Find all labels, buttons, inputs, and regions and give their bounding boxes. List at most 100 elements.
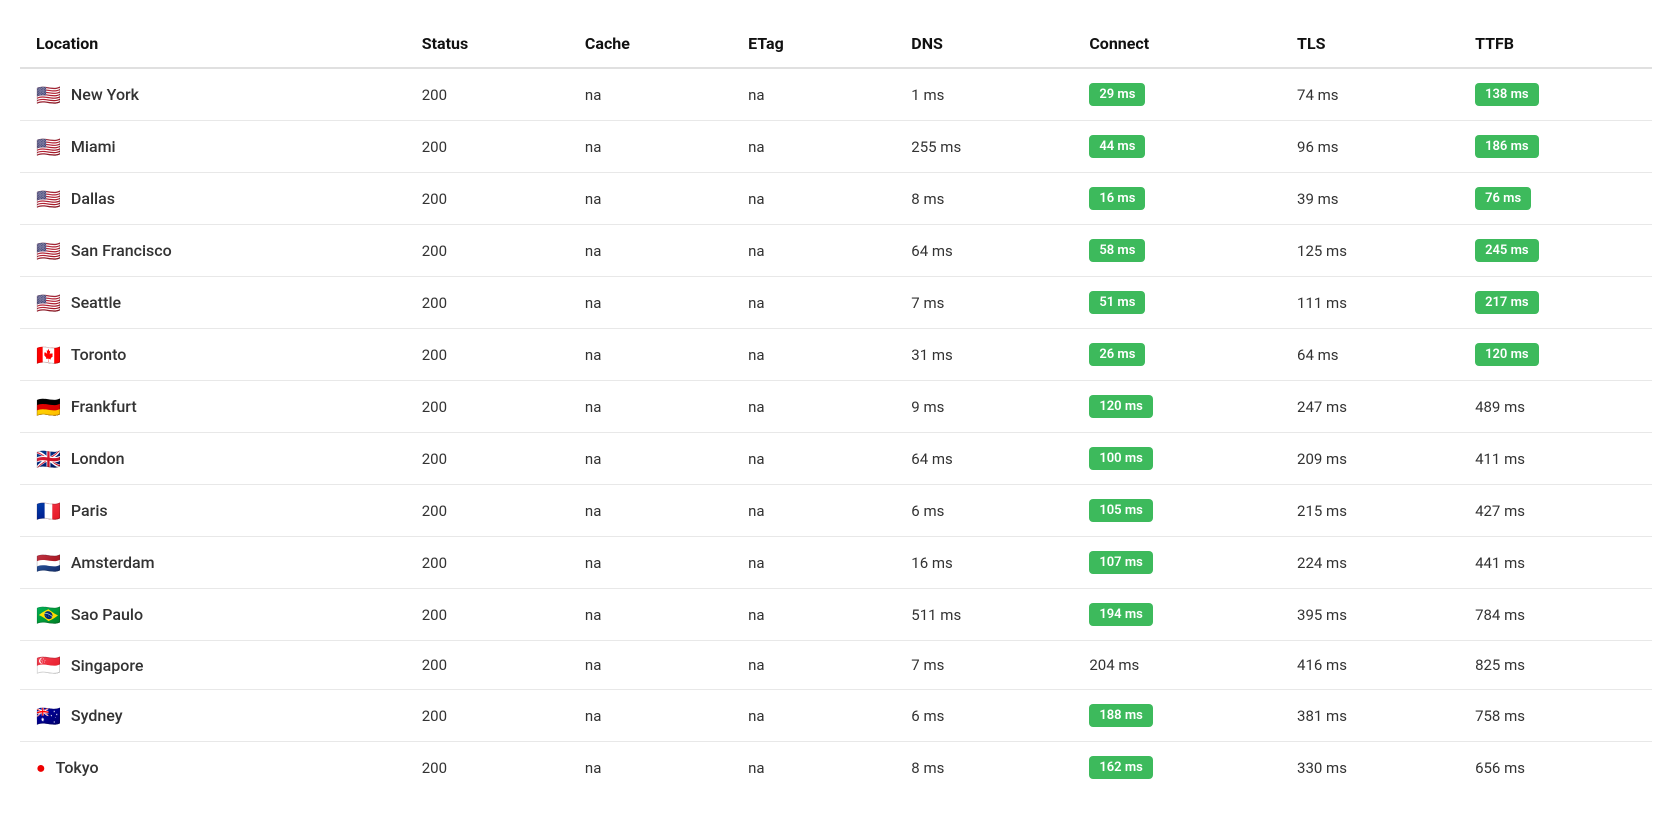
cell-ttfb: 656 ms [1459,742,1652,794]
cell-status: 200 [406,173,569,225]
location-name: San Francisco [71,241,172,260]
flag-icon: 🇨🇦 [36,345,61,365]
cell-ttfb: 120 ms [1459,329,1652,381]
cell-location: 🇺🇸San Francisco [20,225,406,277]
cell-connect: 29 ms [1073,68,1281,121]
cell-location: 🇸🇬Singapore [20,641,406,690]
cell-location: 🇺🇸Dallas [20,173,406,225]
cell-status: 200 [406,537,569,589]
flag-icon: 🇧🇷 [36,605,61,625]
table-row: ●Tokyo200nana8 ms162 ms330 ms656 ms [20,742,1652,794]
cell-tls: 224 ms [1281,537,1459,589]
location-name: Amsterdam [71,553,155,572]
flag-icon: 🇺🇸 [36,85,61,105]
cell-cache: na [569,433,732,485]
cell-etag: na [732,68,895,121]
cell-connect: 188 ms [1073,690,1281,742]
cell-etag: na [732,690,895,742]
cell-ttfb: 245 ms [1459,225,1652,277]
cell-tls: 74 ms [1281,68,1459,121]
cell-tls: 111 ms [1281,277,1459,329]
cell-cache: na [569,381,732,433]
cell-tls: 125 ms [1281,225,1459,277]
col-header-status: Status [406,20,569,68]
cell-connect: 204 ms [1073,641,1281,690]
cell-cache: na [569,641,732,690]
connect-badge: 58 ms [1089,239,1145,262]
cell-cache: na [569,485,732,537]
ttfb-badge: 120 ms [1475,343,1539,366]
cell-status: 200 [406,68,569,121]
cell-ttfb: 441 ms [1459,537,1652,589]
location-name: Singapore [71,656,144,675]
flag-icon: 🇺🇸 [36,137,61,157]
cell-etag: na [732,225,895,277]
connect-badge: 100 ms [1089,447,1153,470]
col-header-location: Location [20,20,406,68]
cell-tls: 215 ms [1281,485,1459,537]
cell-location: 🇺🇸Seattle [20,277,406,329]
table-row: 🇸🇬Singapore200nana7 ms204 ms416 ms825 ms [20,641,1652,690]
cell-location: 🇳🇱Amsterdam [20,537,406,589]
cell-status: 200 [406,433,569,485]
performance-table: LocationStatusCacheETagDNSConnectTLSTTFB… [20,20,1652,793]
cell-status: 200 [406,641,569,690]
location-name: New York [71,85,139,104]
cell-etag: na [732,485,895,537]
cell-cache: na [569,173,732,225]
cell-cache: na [569,742,732,794]
table-header-row: LocationStatusCacheETagDNSConnectTLSTTFB [20,20,1652,68]
cell-dns: 6 ms [895,690,1073,742]
cell-tls: 39 ms [1281,173,1459,225]
cell-etag: na [732,589,895,641]
table-row: 🇺🇸Miami200nana255 ms44 ms96 ms186 ms [20,121,1652,173]
table-row: 🇫🇷Paris200nana6 ms105 ms215 ms427 ms [20,485,1652,537]
cell-location: 🇺🇸 New York [20,68,406,121]
cell-connect: 105 ms [1073,485,1281,537]
cell-ttfb: 784 ms [1459,589,1652,641]
cell-tls: 247 ms [1281,381,1459,433]
cell-connect: 26 ms [1073,329,1281,381]
cell-connect: 16 ms [1073,173,1281,225]
ttfb-badge: 138 ms [1475,83,1539,106]
location-name: Frankfurt [71,397,137,416]
cell-dns: 7 ms [895,277,1073,329]
cell-location: 🇧🇷 Sao Paulo [20,589,406,641]
flag-icon: 🇬🇧 [36,449,61,469]
cell-cache: na [569,589,732,641]
cell-location: 🇫🇷Paris [20,485,406,537]
cell-cache: na [569,121,732,173]
cell-dns: 255 ms [895,121,1073,173]
cell-connect: 194 ms [1073,589,1281,641]
cell-dns: 31 ms [895,329,1073,381]
cell-dns: 64 ms [895,225,1073,277]
cell-ttfb: 758 ms [1459,690,1652,742]
cell-connect: 162 ms [1073,742,1281,794]
cell-status: 200 [406,381,569,433]
ttfb-badge: 76 ms [1475,187,1531,210]
flag-icon: 🇺🇸 [36,189,61,209]
cell-location: 🇬🇧London [20,433,406,485]
location-name: Tokyo [56,758,99,777]
table-row: 🇺🇸New York200nana1 ms29 ms74 ms138 ms [20,68,1652,121]
cell-ttfb: 825 ms [1459,641,1652,690]
cell-cache: na [569,537,732,589]
cell-dns: 16 ms [895,537,1073,589]
cell-status: 200 [406,277,569,329]
location-name: Miami [71,137,116,156]
ttfb-badge: 186 ms [1475,135,1539,158]
cell-status: 200 [406,225,569,277]
table-row: 🇦🇺Sydney200nana6 ms188 ms381 ms758 ms [20,690,1652,742]
cell-etag: na [732,173,895,225]
cell-ttfb: 186 ms [1459,121,1652,173]
table-row: 🇺🇸San Francisco200nana64 ms58 ms125 ms24… [20,225,1652,277]
cell-status: 200 [406,742,569,794]
cell-location: 🇦🇺Sydney [20,690,406,742]
cell-connect: 100 ms [1073,433,1281,485]
location-name: Sao Paulo [71,605,143,624]
connect-badge: 188 ms [1089,704,1153,727]
cell-dns: 8 ms [895,173,1073,225]
cell-connect: 44 ms [1073,121,1281,173]
cell-connect: 120 ms [1073,381,1281,433]
location-name: Sydney [71,706,123,725]
